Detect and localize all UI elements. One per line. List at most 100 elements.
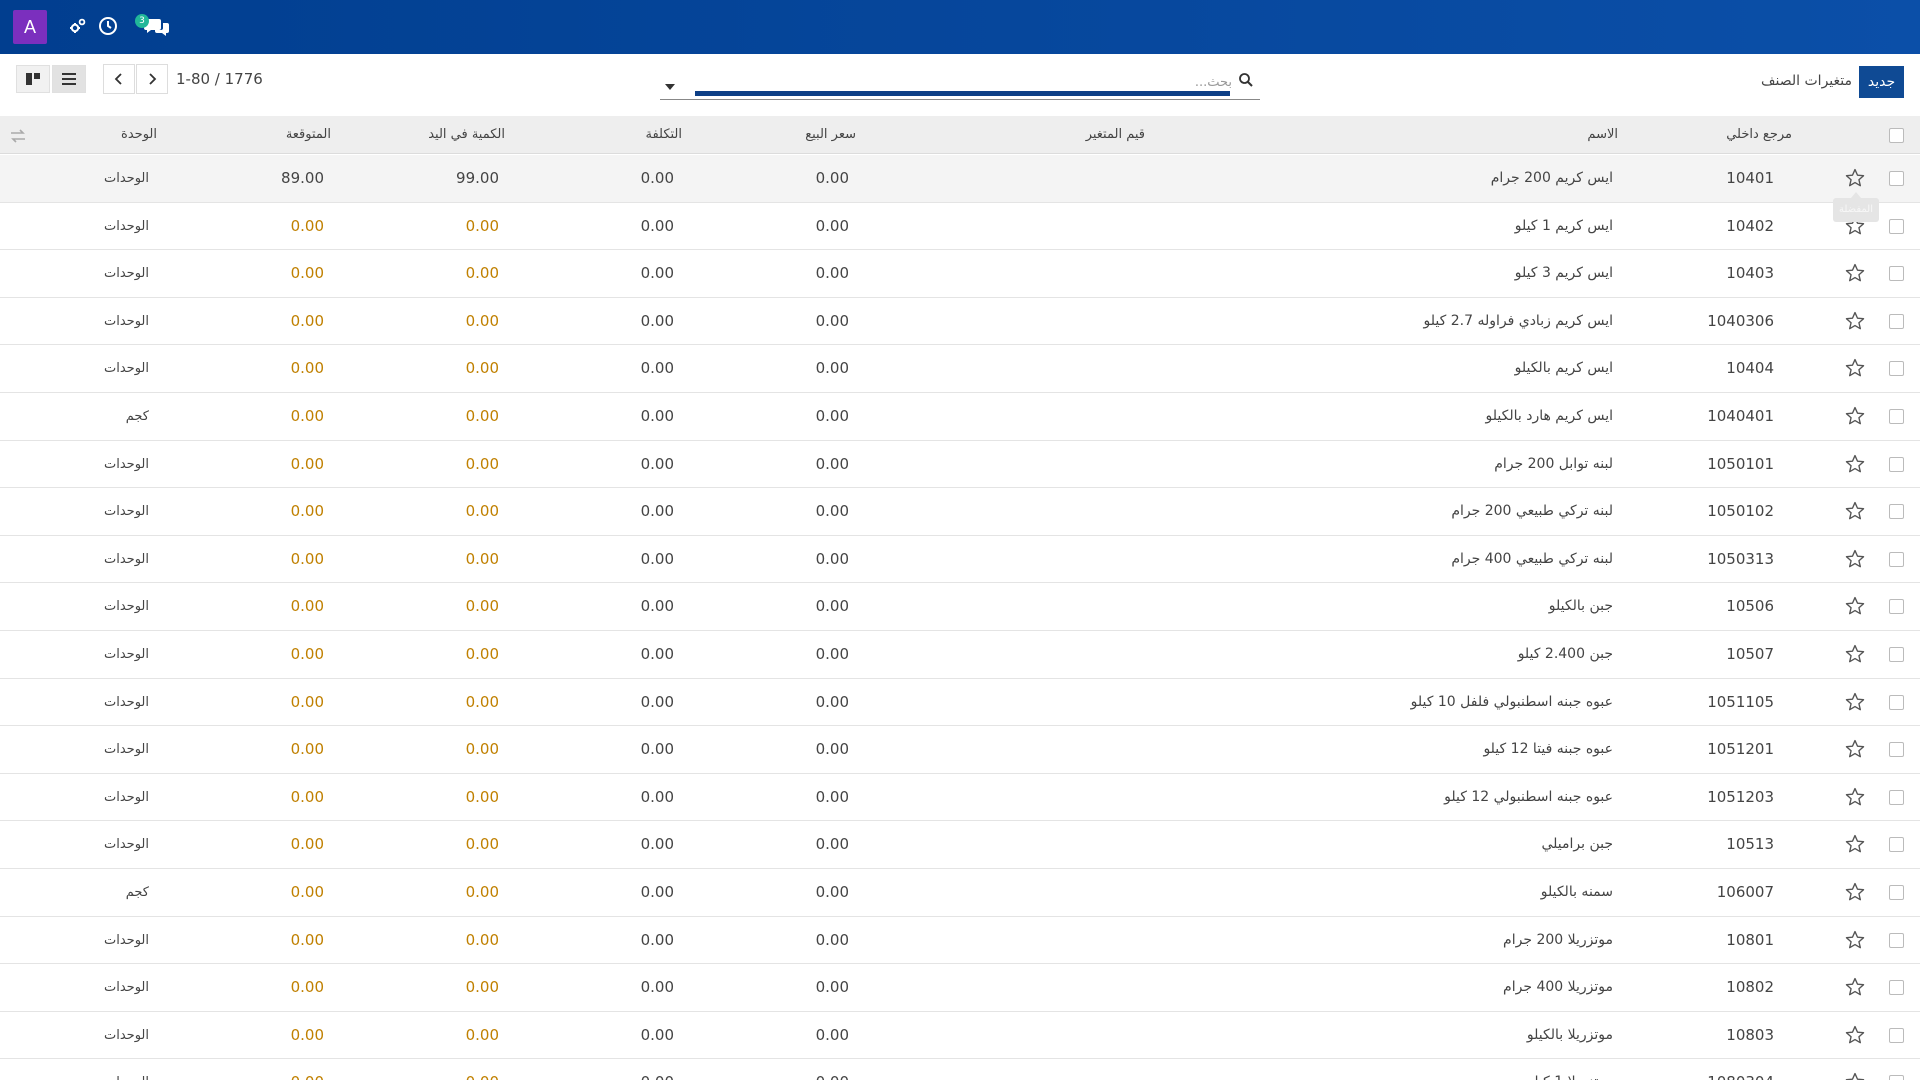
favorite-star-icon[interactable] (1844, 548, 1866, 570)
row-checkbox[interactable] (1889, 885, 1904, 900)
favorite-star-icon[interactable] (1844, 738, 1866, 760)
cell-name: لبنه تركي طبيعي 200 جرام (1451, 503, 1613, 520)
row-checkbox[interactable] (1889, 932, 1904, 948)
search-box (660, 66, 1260, 100)
pager-next-button[interactable] (136, 64, 168, 94)
cell-forecasted: 0.00 (290, 454, 324, 473)
row-checkbox[interactable] (1889, 409, 1904, 424)
clock-icon[interactable] (96, 14, 120, 38)
column-forecasted[interactable]: المتوقعة (286, 116, 331, 154)
cell-internal-ref: 10513 (1726, 835, 1774, 854)
cell-name: موتزريلا بالكيلو (1526, 1026, 1613, 1043)
favorite-star-icon[interactable] (1844, 357, 1866, 379)
row-checkbox[interactable] (1889, 266, 1904, 282)
table-row[interactable]: 10802 موتزريلا 400 جرام 0.00 0.00 0.00 0.00 ال… (0, 964, 1920, 1012)
search-loading-bar (695, 91, 1230, 96)
favorite-star-icon[interactable] (1844, 691, 1866, 713)
pager-value[interactable]: 1-80 / 1776 (176, 70, 263, 88)
favorite-star-icon[interactable] (1844, 929, 1866, 951)
favorite-star-icon[interactable] (1844, 786, 1866, 808)
table-row[interactable]: 1080304 موتزريلا 1 كيلو 0.00 0.00 0.00 0.00 ال… (0, 1059, 1920, 1080)
table-row[interactable]: 10401 ايس كريم 200 جرام 0.00 0.00 99.00 89.00… (0, 155, 1920, 203)
list-view-button[interactable] (52, 65, 86, 93)
row-checkbox[interactable] (1889, 837, 1904, 853)
user-avatar[interactable]: A (13, 10, 47, 44)
search-options-toggle[interactable] (664, 76, 676, 95)
table-row[interactable]: 1050313 لبنه تركي طبيعي 400 جرام 0.00 0.00 0… (0, 535, 1920, 584)
row-checkbox[interactable] (1889, 1027, 1904, 1043)
cell-sale-price: 0.00 (815, 645, 849, 663)
pager-previous-button[interactable] (103, 64, 135, 94)
optional-columns-icon[interactable] (10, 128, 26, 147)
row-checkbox[interactable] (1889, 789, 1904, 805)
gears-icon[interactable] (66, 14, 90, 38)
table-row[interactable]: 1050101 لبنه توابل 200 جرام 0.00 0.00 0.00 0.… (0, 440, 1920, 489)
table-row[interactable]: 10507 جبن 2.400 كيلو 0.00 0.00 0.00 0.00 الوحد… (0, 631, 1920, 679)
table-row[interactable]: 1050102 لبنه تركي طبيعي 200 جرام 0.00 0.00 0… (0, 488, 1920, 536)
favorite-star-icon[interactable] (1844, 881, 1866, 903)
column-qty-on-hand[interactable]: الكمية في اليد (428, 116, 505, 154)
search-icon[interactable] (1238, 72, 1254, 92)
table-row[interactable]: 1051203 عبوه جبنه اسطنبولي 12 كيلو 0.00 0.0… (0, 773, 1920, 822)
favorite-star-icon[interactable] (1844, 643, 1866, 665)
favorite-star-icon[interactable] (1844, 167, 1866, 189)
cell-forecasted: 0.00 (290, 264, 324, 283)
column-sale-price[interactable]: سعر البيع (805, 116, 856, 154)
favorite-star-icon[interactable] (1844, 1024, 1866, 1046)
cell-sale-price: 0.00 (815, 359, 849, 378)
favorite-star-icon[interactable] (1844, 595, 1866, 617)
cell-name: ايس كريم هارد بالكيلو (1485, 408, 1613, 424)
cell-forecasted: 0.00 (290, 549, 324, 568)
column-uom[interactable]: الوحدة (121, 116, 157, 154)
row-checkbox[interactable] (1889, 456, 1904, 472)
row-checkbox[interactable] (1889, 980, 1904, 996)
table-row[interactable]: 10506 جبن بالكيلو 0.00 0.00 0.00 0.00 الوحدات (0, 583, 1920, 631)
cell-uom: الوحدات (104, 551, 149, 567)
row-checkbox[interactable] (1889, 1075, 1904, 1080)
row-checkbox[interactable] (1889, 313, 1904, 329)
row-checkbox[interactable] (1889, 742, 1904, 758)
cell-name: ايس كريم بالكيلو (1514, 360, 1613, 377)
table-row[interactable]: 10403 ايس كريم 3 كيلو 0.00 0.00 0.00 0.00 الوح… (0, 250, 1920, 298)
table-row[interactable]: 10803 موتزريلا بالكيلو 0.00 0.00 0.00 0.00 الو… (0, 1011, 1920, 1060)
row-checkbox[interactable] (1889, 694, 1904, 710)
select-all-checkbox[interactable] (1889, 128, 1904, 143)
cell-qty-on-hand: 0.00 (465, 549, 499, 568)
table-row[interactable]: 10513 جبن براميلي 0.00 0.00 0.00 0.00 الوحدات (0, 821, 1920, 869)
favorite-star-icon[interactable] (1844, 976, 1866, 998)
table-row[interactable]: 10801 موتزريلا 200 جرام 0.00 0.00 0.00 0.00 ال… (0, 916, 1920, 965)
column-name[interactable]: الاسم (1587, 116, 1618, 154)
row-checkbox[interactable] (1889, 599, 1904, 615)
favorite-star-icon[interactable] (1844, 500, 1866, 522)
table-row[interactable]: 106007 سمنه بالكيلو 0.00 0.00 0.00 0.00 كجم (0, 869, 1920, 917)
table-row[interactable]: 1051201 عبوه جبنه فيتا 12 كيلو 0.00 0.00 0.0… (0, 726, 1920, 774)
top-navbar: A 3 (0, 0, 1920, 54)
table-row[interactable]: 1040401 ايس كريم هارد بالكيلو 0.00 0.00 0.00… (0, 393, 1920, 441)
row-checkbox[interactable] (1889, 361, 1904, 377)
favorite-star-icon[interactable] (1844, 310, 1866, 332)
cell-cost: 0.00 (640, 740, 674, 759)
table-row[interactable]: 1051105 عبوه جبنه اسطنبولي فلفل 10 كيلو 0.… (0, 678, 1920, 727)
new-button[interactable]: جديد (1859, 66, 1904, 98)
kanban-view-button[interactable] (16, 65, 50, 93)
row-checkbox[interactable] (1889, 647, 1904, 662)
table-row[interactable]: 1040306 ايس كريم زبادي فراوله 2.7 كيلو 0.0… (0, 297, 1920, 346)
column-internal-ref[interactable]: مرجع داخلي (1726, 116, 1792, 154)
table-row[interactable]: 10402 ايس كريم 1 كيلو 0.00 0.00 0.00 0.00 الوح… (0, 202, 1920, 251)
favorite-star-icon[interactable] (1844, 453, 1866, 475)
cell-sale-price: 0.00 (815, 169, 849, 187)
row-checkbox[interactable] (1889, 218, 1904, 234)
row-checkbox[interactable] (1889, 504, 1904, 520)
cell-cost: 0.00 (640, 407, 674, 425)
row-checkbox[interactable] (1889, 551, 1904, 567)
favorite-star-icon[interactable] (1844, 405, 1866, 427)
table-row[interactable]: 10404 ايس كريم بالكيلو 0.00 0.00 0.00 0.00 الو… (0, 345, 1920, 393)
favorite-star-icon[interactable] (1844, 833, 1866, 855)
cell-uom: كجم (125, 409, 149, 424)
cell-qty-on-hand: 0.00 (465, 883, 499, 901)
column-cost[interactable]: التكلفة (645, 116, 682, 154)
favorite-star-icon[interactable] (1844, 1071, 1866, 1080)
row-checkbox[interactable] (1889, 171, 1904, 186)
column-variant-values[interactable]: قيم المتغير (1086, 116, 1145, 154)
favorite-star-icon[interactable] (1844, 262, 1866, 284)
